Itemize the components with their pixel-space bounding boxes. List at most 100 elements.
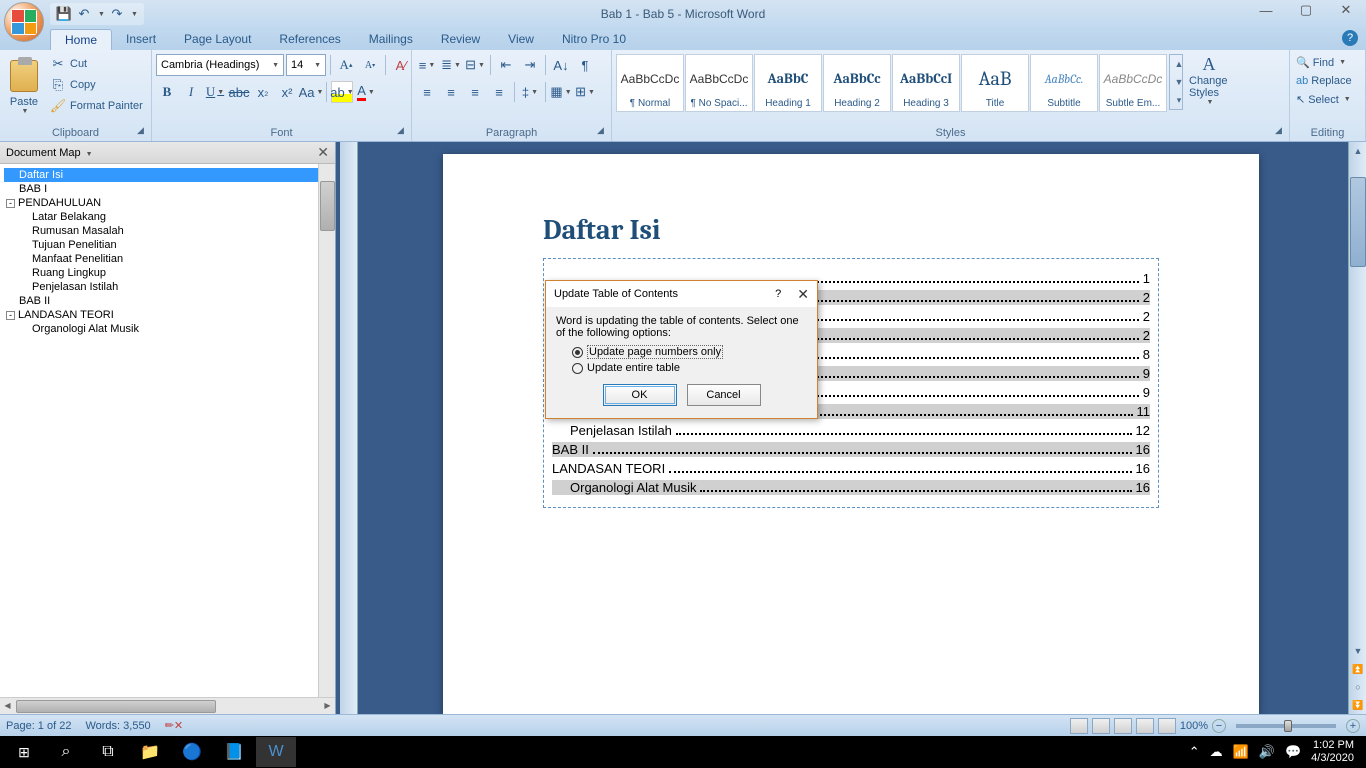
style-heading-2[interactable]: AaBbCcHeading 2: [823, 54, 891, 112]
shading-button[interactable]: ▦▼: [550, 81, 572, 103]
font-color-button[interactable]: A▼: [355, 81, 377, 103]
cancel-button[interactable]: Cancel: [687, 384, 761, 406]
print-layout-view[interactable]: [1070, 718, 1088, 734]
superscript-button[interactable]: x²: [276, 81, 298, 103]
docmap-item[interactable]: Ruang Lingkup: [4, 266, 331, 280]
wifi-icon[interactable]: 📶: [1233, 744, 1249, 760]
draft-view[interactable]: [1158, 718, 1176, 734]
volume-icon[interactable]: 🔊: [1259, 744, 1275, 760]
ok-button[interactable]: OK: [603, 384, 677, 406]
highlight-button[interactable]: ab▼: [331, 81, 353, 103]
docmap-item[interactable]: Tujuan Penelitian: [4, 238, 331, 252]
word-count[interactable]: Words: 3,550: [85, 720, 150, 732]
numbering-button[interactable]: ≣▼: [440, 54, 462, 76]
zoom-level[interactable]: 100%: [1180, 720, 1208, 732]
outdent-button[interactable]: ⇤: [495, 54, 517, 76]
scroll-down-button[interactable]: ▼: [1350, 643, 1366, 659]
scroll-thumb[interactable]: [1350, 177, 1366, 267]
docmap-item[interactable]: BAB II: [4, 294, 331, 308]
sort-button[interactable]: A↓: [550, 54, 572, 76]
tab-review[interactable]: Review: [427, 29, 494, 50]
zoom-slider[interactable]: [1236, 724, 1336, 728]
dialog-close-button[interactable]: ✕: [797, 286, 809, 303]
close-button[interactable]: ✕: [1326, 0, 1366, 20]
toc-row[interactable]: LANDASAN TEORI16: [552, 461, 1150, 476]
docmap-item[interactable]: -LANDASAN TEORI: [4, 308, 331, 322]
tab-page-layout[interactable]: Page Layout: [170, 29, 265, 50]
docmap-item[interactable]: Latar Belakang: [4, 210, 331, 224]
change-styles-button[interactable]: A Change Styles ▼: [1185, 54, 1233, 106]
show-marks-button[interactable]: ¶: [574, 54, 596, 76]
docmap-item[interactable]: -PENDAHULUAN: [4, 196, 331, 210]
replace-button[interactable]: abReplace: [1294, 73, 1354, 89]
bold-button[interactable]: B: [156, 81, 178, 103]
browse-object-button[interactable]: ○: [1350, 679, 1366, 695]
chrome-taskbar[interactable]: 🔵: [172, 737, 212, 767]
redo-button[interactable]: ↷: [109, 6, 125, 22]
justify-button[interactable]: ≡: [488, 81, 510, 103]
toc-row[interactable]: BAB II16: [552, 442, 1150, 457]
underline-button[interactable]: U▼: [204, 81, 226, 103]
web-layout-view[interactable]: [1114, 718, 1132, 734]
update-entire-table-option[interactable]: Update entire table: [572, 362, 807, 374]
style-heading-1[interactable]: AaBbCHeading 1: [754, 54, 822, 112]
shrink-font-button[interactable]: A▾: [359, 54, 381, 76]
undo-dropdown[interactable]: ▼: [98, 11, 105, 18]
bullets-button[interactable]: ≡▼: [416, 54, 438, 76]
style--normal[interactable]: AaBbCcDc¶ Normal: [616, 54, 684, 112]
qat-customize[interactable]: ▼: [131, 11, 138, 18]
paste-button[interactable]: Paste ▼: [4, 54, 44, 120]
strike-button[interactable]: abc: [228, 81, 250, 103]
docmap-scrollbar[interactable]: [318, 164, 335, 697]
help-icon[interactable]: ?: [1342, 30, 1358, 46]
document-area[interactable]: Daftar Isi 12PENDAHULUAN2Latar Belakang2…: [336, 142, 1366, 714]
italic-button[interactable]: I: [180, 81, 202, 103]
docmap-item[interactable]: Organologi Alat Musik: [4, 322, 331, 336]
next-page-button[interactable]: ⏬: [1350, 697, 1366, 713]
tab-insert[interactable]: Insert: [112, 29, 170, 50]
docmap-item[interactable]: Daftar Isi: [4, 168, 331, 182]
styles-gallery[interactable]: AaBbCcDc¶ NormalAaBbCcDc¶ No Spaci...AaB…: [616, 54, 1167, 116]
style-heading-3[interactable]: AaBbCcIHeading 3: [892, 54, 960, 112]
style-subtle-em-[interactable]: AaBbCcDcSubtle Em...: [1099, 54, 1167, 112]
copy-button[interactable]: ⎘Copy: [46, 75, 147, 95]
style--no-spaci-[interactable]: AaBbCcDc¶ No Spaci...: [685, 54, 753, 112]
style-subtitle[interactable]: AaBbCc.Subtitle: [1030, 54, 1098, 112]
search-button[interactable]: ⌕: [46, 737, 86, 767]
align-right-button[interactable]: ≡: [464, 81, 486, 103]
tab-home[interactable]: Home: [50, 29, 112, 50]
format-painter-button[interactable]: 🖌Format Painter: [46, 96, 147, 116]
dialog-help-icon[interactable]: ?: [775, 288, 781, 300]
minimize-button[interactable]: —: [1246, 0, 1286, 20]
align-center-button[interactable]: ≡: [440, 81, 462, 103]
change-case-button[interactable]: Aa▼: [300, 81, 322, 103]
tab-mailings[interactable]: Mailings: [355, 29, 427, 50]
scroll-up-button[interactable]: ▲: [1350, 143, 1366, 159]
save-button[interactable]: 💾: [56, 6, 72, 22]
font-name-selector[interactable]: Cambria (Headings)▼: [156, 54, 284, 76]
borders-button[interactable]: ⊞▼: [574, 81, 596, 103]
docmap-hscroll[interactable]: ◀ ▶: [0, 697, 335, 714]
expand-icon[interactable]: -: [6, 311, 15, 320]
maximize-button[interactable]: ▢: [1286, 0, 1326, 20]
expand-icon[interactable]: -: [6, 199, 15, 208]
dialog-titlebar[interactable]: Update Table of Contents ? ✕: [546, 281, 817, 307]
docmap-item[interactable]: Penjelasan Istilah: [4, 280, 331, 294]
clear-format-button[interactable]: A⁄: [390, 54, 412, 76]
proofing-icon[interactable]: ✏✕: [165, 719, 183, 732]
line-spacing-button[interactable]: ‡▼: [519, 81, 541, 103]
tab-nitro-pro-10[interactable]: Nitro Pro 10: [548, 29, 640, 50]
vertical-scrollbar[interactable]: ▲ ▼ ⏫ ○ ⏬: [1348, 142, 1366, 714]
indent-button[interactable]: ⇥: [519, 54, 541, 76]
notepad-taskbar[interactable]: 📘: [214, 737, 254, 767]
toc-row[interactable]: Penjelasan Istilah12: [552, 423, 1150, 438]
file-explorer-taskbar[interactable]: 📁: [130, 737, 170, 767]
cut-button[interactable]: ✂Cut: [46, 54, 147, 74]
docmap-dropdown[interactable]: ▼: [86, 151, 93, 158]
font-dialog-launcher[interactable]: ◢: [397, 125, 409, 137]
word-taskbar[interactable]: W: [256, 737, 296, 767]
docmap-item[interactable]: Rumusan Masalah: [4, 224, 331, 238]
clipboard-dialog-launcher[interactable]: ◢: [137, 125, 149, 137]
tab-view[interactable]: View: [494, 29, 548, 50]
task-view-button[interactable]: ⧉: [88, 737, 128, 767]
